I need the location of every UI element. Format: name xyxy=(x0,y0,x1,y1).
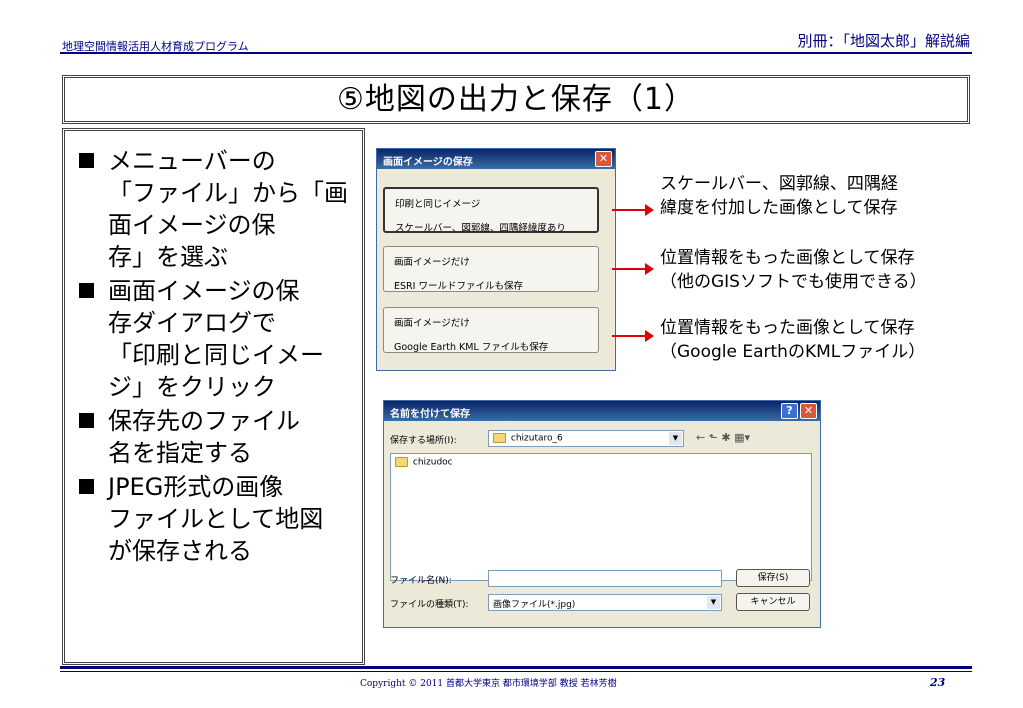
filetype-label: ファイルの種類(T): xyxy=(390,600,469,610)
filename-input[interactable] xyxy=(488,570,722,587)
option-subtitle: Google Earth KML ファイルも保存 xyxy=(394,342,549,353)
bullet-text: 保存先のファイル 名を指定する xyxy=(108,407,300,467)
note-kml: 位置情報をもった画像として保存 （Google EarthのKMLファイル） xyxy=(660,318,926,362)
chevron-down-icon: ▼ xyxy=(707,596,720,609)
option-title: 印刷と同じイメージ xyxy=(395,199,481,210)
bullet-text: メニューバーの 「ファイル」から「画 面イメージの保 存」を選ぶ xyxy=(108,147,348,271)
bullet-panel: メニューバーの 「ファイル」から「画 面イメージの保 存」を選ぶ 画面イメージの… xyxy=(62,128,365,665)
folder-icon xyxy=(493,433,506,443)
footer-divider-thin xyxy=(60,671,972,672)
bullet-text: JPEG形式の画像 ファイルとして地図 が保存される xyxy=(108,473,324,565)
option-subtitle: スケールバー、図郭線、四隅経緯度あり xyxy=(395,223,566,234)
copyright-text: Copyright © 2011 首都大学東京 都市環境学部 教授 若林芳樹 xyxy=(360,679,617,689)
square-bullet-icon xyxy=(79,479,94,494)
dialog-title: 画面イメージの保存 xyxy=(383,157,473,168)
header-volume-title: 別冊：「地図太郎」解説編 xyxy=(797,32,970,50)
google-earth-kml-button[interactable]: 画面イメージだけ Google Earth KML ファイルも保存 xyxy=(383,307,599,353)
bullet-item: 画面イメージの保 存ダイアログで 「印刷と同じイメー ジ」をクリック xyxy=(79,275,362,403)
save-as-dialog: 名前を付けて保存 ? ✕ 保存する場所(I): chizutaro_6 ▼ ← … xyxy=(383,400,821,628)
note-esri: 位置情報をもった画像として保存 （他のGISソフトでも使用できる） xyxy=(660,248,927,292)
dialog-titlebar: 名前を付けて保存 ? ✕ xyxy=(384,401,820,421)
arrow-icon xyxy=(612,204,654,216)
close-icon[interactable]: ✕ xyxy=(800,403,817,419)
list-item-label: chizudoc xyxy=(412,457,453,468)
dialog-titlebar: 画面イメージの保存 ✕ xyxy=(377,149,615,169)
filetype-value: 画像ファイル(*.jpg) xyxy=(493,600,576,610)
chevron-down-icon: ▼ xyxy=(669,432,682,445)
bullet-item: 保存先のファイル 名を指定する xyxy=(79,405,362,469)
close-icon[interactable]: ✕ xyxy=(595,151,612,167)
filetype-select[interactable]: 画像ファイル(*.jpg) ▼ xyxy=(488,594,722,611)
print-same-image-button[interactable]: 印刷と同じイメージ スケールバー、図郭線、四隅経緯度あり xyxy=(383,187,599,234)
header-divider xyxy=(60,52,972,54)
arrow-icon xyxy=(612,330,654,342)
save-location-select[interactable]: chizutaro_6 ▼ xyxy=(488,430,684,447)
square-bullet-icon xyxy=(79,283,94,298)
option-title: 画面イメージだけ xyxy=(394,257,470,268)
help-icon[interactable]: ? xyxy=(781,403,798,419)
save-location-label: 保存する場所(I): xyxy=(390,436,457,446)
folder-icon xyxy=(395,457,408,467)
note-print-image: スケールバー、図郭線、四隅経 緯度を付加した画像として保存 xyxy=(660,174,898,218)
toolbar-icons[interactable]: ← ⬑ ✱ ▦▾ xyxy=(696,431,750,444)
cancel-button[interactable]: キャンセル xyxy=(736,593,810,611)
option-subtitle: ESRI ワールドファイルも保存 xyxy=(394,281,523,292)
bullet-item: JPEG形式の画像 ファイルとして地図 が保存される xyxy=(79,471,362,567)
option-title: 画面イメージだけ xyxy=(394,318,470,329)
bullet-text: 画面イメージの保 存ダイアログで 「印刷と同じイメー ジ」をクリック xyxy=(108,277,324,401)
bullet-item: メニューバーの 「ファイル」から「画 面イメージの保 存」を選ぶ xyxy=(79,145,362,273)
list-item[interactable]: chizudoc xyxy=(391,454,811,471)
slide-title: ⑤地図の出力と保存（1） xyxy=(337,82,695,117)
square-bullet-icon xyxy=(79,153,94,168)
footer-divider xyxy=(60,666,972,669)
save-location-value: chizutaro_6 xyxy=(510,433,563,444)
square-bullet-icon xyxy=(79,413,94,428)
esri-worldfile-button[interactable]: 画面イメージだけ ESRI ワールドファイルも保存 xyxy=(383,246,599,292)
page-number: 23 xyxy=(930,676,946,689)
arrow-icon xyxy=(612,263,654,275)
dialog-title: 名前を付けて保存 xyxy=(390,409,470,420)
filename-label: ファイル名(N): xyxy=(390,576,452,586)
file-list[interactable]: chizudoc xyxy=(390,453,812,581)
save-screen-image-dialog: 画面イメージの保存 ✕ 印刷と同じイメージ スケールバー、図郭線、四隅経緯度あり… xyxy=(376,148,616,371)
title-box: ⑤地図の出力と保存（1） xyxy=(62,75,970,124)
save-button[interactable]: 保存(S) xyxy=(736,569,810,587)
